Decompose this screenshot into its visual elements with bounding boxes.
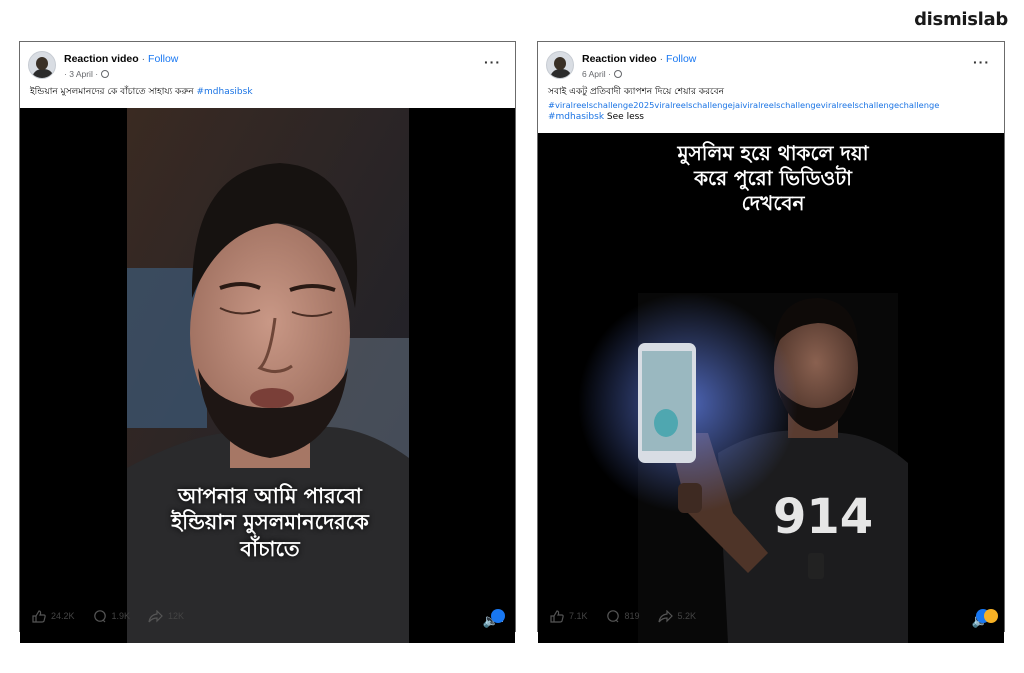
caption-text: সবাই একটু প্রতিবাদী ক্যাপশন দিয়ে শেয়ার…: [548, 87, 725, 97]
globe-icon: [613, 70, 622, 78]
post-card-1: Reaction video · Follow · 3 April · ··· …: [19, 41, 516, 643]
shares-stat[interactable]: 12K: [148, 609, 185, 623]
post-caption: ইন্ডিয়ান মুসলমানদের কে বাঁচাতে সাহায্য …: [20, 86, 515, 99]
follow-link[interactable]: Follow: [666, 53, 696, 65]
like-icon: [32, 609, 46, 623]
video-overlay-text: আপনার আমি পারবো ইন্ডিয়ান মুসলমানদেরকে ব…: [140, 483, 400, 562]
separator-dot: ·: [605, 69, 611, 79]
video-player[interactable]: আপনার আমি পারবো ইন্ডিয়ান মুসলমানদেরকে ব…: [20, 108, 515, 643]
avatar[interactable]: [546, 51, 574, 79]
like-icon: [550, 609, 564, 623]
caption-text: ইন্ডিয়ান মুসলমানদের কে বাঁচাতে সাহায্য …: [30, 87, 194, 97]
engagement-bar: 7.1K 819 5.2K: [538, 601, 1004, 631]
likes-stat[interactable]: 7.1K: [550, 609, 588, 623]
avatar[interactable]: [28, 51, 56, 79]
likes-count: 24.2K: [51, 611, 75, 621]
hashtag-link[interactable]: #mdhasibsk: [197, 87, 253, 97]
more-options-icon[interactable]: ···: [973, 54, 990, 70]
comments-stat[interactable]: 1.9K: [93, 609, 131, 623]
share-icon: [148, 609, 163, 622]
follow-link[interactable]: Follow: [148, 53, 178, 65]
hashtag-link-2[interactable]: #mdhasibsk: [548, 112, 604, 122]
globe-icon: [101, 70, 110, 78]
overlay-line-2: করে পুরো ভিডিওটা: [694, 166, 852, 190]
share-icon: [657, 609, 673, 622]
sad-reaction-icon: [984, 609, 998, 623]
engagement-bar: 24.2K 1.9K 12K: [20, 601, 515, 631]
shares-stat[interactable]: 5.2K: [657, 609, 697, 623]
comment-icon: [93, 609, 106, 622]
post-date[interactable]: 3 April: [69, 69, 93, 79]
post-caption: সবাই একটু প্রতিবাদী ক্যাপশন দিয়ে শেয়ার…: [538, 86, 1004, 124]
video-player[interactable]: 914 মুসলিম হয়ে থাকলে দয়া করে পুরো ভিডি…: [538, 133, 1004, 643]
author-line: Reaction video · Follow: [64, 53, 178, 65]
post-meta: 6 April ·: [582, 69, 622, 79]
hashtag-link[interactable]: #viralreelschallenge2025viralreelschalle…: [548, 99, 994, 112]
overlay-line-3: দেখবেন: [741, 191, 805, 215]
overlay-line-3: বাঁচাতে: [240, 536, 300, 561]
video-overlay-text: মুসলিম হয়ে থাকলে দয়া করে পুরো ভিডিওটা …: [608, 141, 938, 216]
separator-dot: ·: [92, 69, 99, 79]
post-meta: · 3 April ·: [64, 69, 110, 79]
post-header: Reaction video · Follow 6 April · ···: [538, 42, 1004, 86]
comments-count: 819: [624, 611, 640, 621]
comments-count: 1.9K: [111, 611, 131, 621]
author-name[interactable]: Reaction video: [582, 53, 657, 65]
like-reaction-icon: [491, 609, 505, 623]
post-card-2: Reaction video · Follow 6 April · ··· সব…: [537, 41, 1005, 643]
comment-icon: [606, 609, 619, 622]
comments-stat[interactable]: 819: [606, 609, 640, 623]
brand-logo: dismislab: [914, 9, 1008, 30]
post-date[interactable]: 6 April: [582, 69, 606, 79]
see-less-link[interactable]: See less: [607, 112, 644, 122]
likes-stat[interactable]: 24.2K: [32, 609, 75, 623]
author-line: Reaction video · Follow: [582, 53, 696, 65]
author-name[interactable]: Reaction video: [64, 53, 139, 65]
more-options-icon[interactable]: ···: [484, 54, 501, 70]
post-header: Reaction video · Follow · 3 April · ···: [20, 42, 515, 86]
shirt-print: 914: [773, 489, 873, 545]
likes-count: 7.1K: [569, 611, 588, 621]
overlay-line-1: মুসলিম হয়ে থাকলে দয়া: [677, 141, 869, 165]
overlay-line-2: ইন্ডিয়ান মুসলমানদেরকে: [171, 510, 369, 535]
overlay-line-1: আপনার আমি পারবো: [178, 484, 362, 508]
video-frame-1: [127, 108, 409, 643]
shares-count: 12K: [168, 611, 185, 621]
shares-count: 5.2K: [677, 611, 697, 621]
